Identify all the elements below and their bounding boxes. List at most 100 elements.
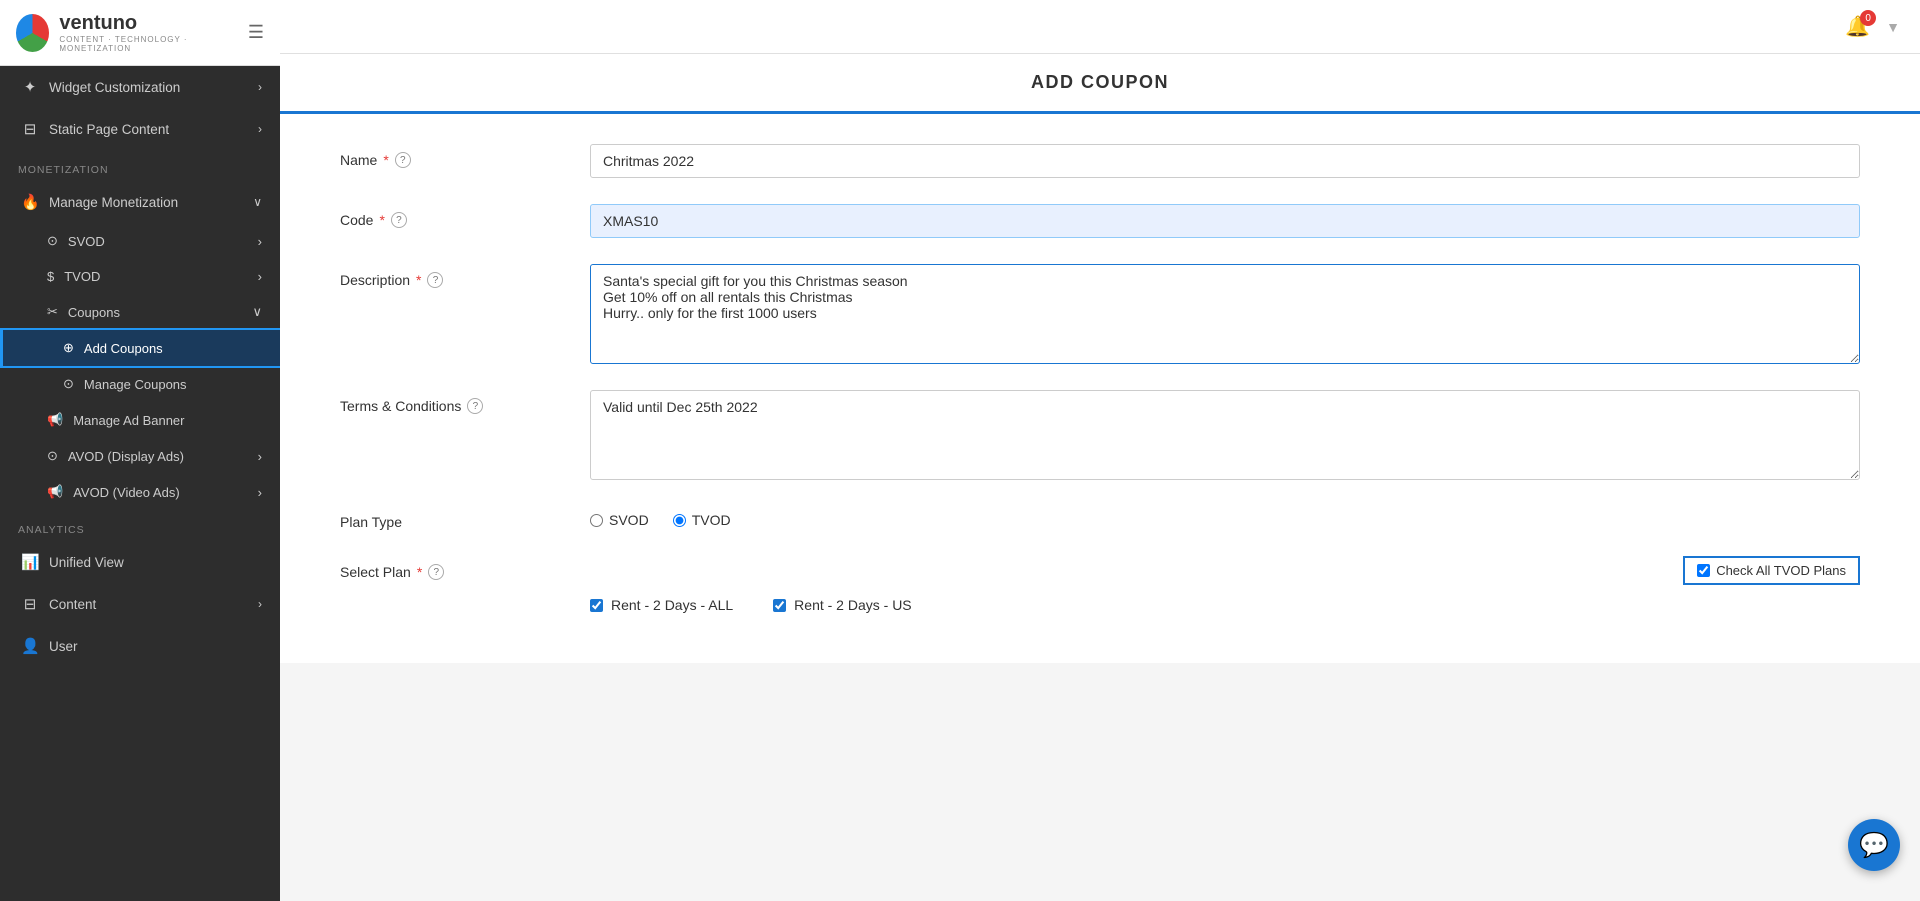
coupons-icon: ✂ [47,304,58,320]
description-help-icon[interactable]: ? [427,272,443,288]
code-input[interactable] [590,204,1860,238]
sidebar-item-manage-monetization[interactable]: 🔥 Manage Monetization ∨ [0,181,280,223]
sidebar-item-add-coupons[interactable]: ⊕ Add Coupons [0,330,280,366]
logo-area: ventuno CONTENT · TECHNOLOGY · MONETIZAT… [0,0,280,66]
plan-type-label: Plan Type [340,506,560,530]
chevron-right-icon: › [258,597,262,611]
description-textarea[interactable]: Santa's special gift for you this Christ… [590,264,1860,364]
required-indicator: * [417,564,422,580]
chevron-right-icon: › [258,485,262,500]
check-all-row: Check All TVOD Plans [590,556,1860,585]
select-plan-help-icon[interactable]: ? [428,564,444,580]
plan-checkbox-2[interactable] [773,599,786,612]
plan-type-svod-option[interactable]: SVOD [590,512,649,528]
hamburger-icon[interactable]: ☰ [248,22,264,43]
sidebar-item-label: Static Page Content [49,122,169,137]
form-row-description: Description * ? Santa's special gift for… [340,264,1860,364]
code-label: Code * ? [340,204,560,228]
main-content: 🔔 0 ▼ ADD COUPON Name * ? Code * [280,0,1920,901]
plan-checkbox-1[interactable] [590,599,603,612]
sidebar-item-label: Manage Coupons [84,377,187,392]
plan-option-2[interactable]: Rent - 2 Days - US [773,597,911,613]
section-monetization-label: MONETIZATION [0,150,280,181]
select-plan-right: Check All TVOD Plans Rent - 2 Days - ALL… [590,556,1860,613]
code-help-icon[interactable]: ? [391,212,407,228]
sidebar-item-svod[interactable]: ⊙ SVOD › [0,223,280,259]
sidebar-item-static-page-content[interactable]: ⊟ Static Page Content › [0,108,280,150]
tvod-icon: $ [47,269,54,284]
name-input[interactable] [590,144,1860,178]
sidebar-item-avod-video[interactable]: 📢 AVOD (Video Ads) › [0,474,280,510]
unified-view-icon: 📊 [21,553,39,571]
dropdown-arrow-icon[interactable]: ▼ [1886,19,1900,35]
sidebar-item-label: TVOD [64,269,100,284]
ad-banner-icon: 📢 [47,412,63,428]
chevron-right-icon: › [258,122,262,136]
check-all-tvod-button[interactable]: Check All TVOD Plans [1683,556,1860,585]
name-label: Name * ? [340,144,560,168]
sidebar-item-coupons[interactable]: ✂ Coupons ∨ [0,294,280,330]
notification-badge: 0 [1860,10,1876,26]
chevron-right-icon: › [258,269,262,284]
sidebar-item-label: Widget Customization [49,80,180,95]
sidebar-item-manage-coupons[interactable]: ⊙ Manage Coupons [0,366,280,402]
form-row-code: Code * ? [340,204,1860,238]
svod-radio[interactable] [590,514,603,527]
logo-subtitle: CONTENT · TECHNOLOGY · MONETIZATION [59,35,238,53]
name-help-icon[interactable]: ? [395,152,411,168]
notification-button[interactable]: 🔔 0 [1845,14,1870,39]
monetization-icon: 🔥 [21,193,39,211]
terms-help-icon[interactable]: ? [467,398,483,414]
logo-icon [16,14,49,52]
terms-textarea[interactable]: Valid until Dec 25th 2022 [590,390,1860,480]
required-indicator: * [383,152,388,168]
sidebar-item-label: Content [49,597,96,612]
sidebar-item-avod-display[interactable]: ⊙ AVOD (Display Ads) › [0,438,280,474]
check-all-checkbox[interactable] [1697,564,1710,577]
sidebar-item-user[interactable]: 👤 User [0,625,280,667]
form-row-select-plan: Select Plan * ? Check All TVOD Plans [340,556,1860,613]
content-icon: ⊟ [21,595,39,613]
section-analytics-label: ANALYTICS [0,510,280,541]
form-row-terms: Terms & Conditions ? Valid until Dec 25t… [340,390,1860,480]
avod-video-icon: 📢 [47,484,63,500]
chevron-down-icon: ∨ [252,304,262,320]
sidebar-item-label: Manage Monetization [49,195,178,210]
add-coupon-form: Name * ? Code * ? Description * [280,114,1920,663]
sidebar-item-label: Add Coupons [84,341,163,356]
plan-type-radio-group: SVOD TVOD [590,506,731,528]
description-label: Description * ? [340,264,560,288]
tvod-radio[interactable] [673,514,686,527]
user-icon: 👤 [21,637,39,655]
plan-checkboxes-group: Rent - 2 Days - ALL Rent - 2 Days - US [590,597,1860,613]
terms-label: Terms & Conditions ? [340,390,560,414]
sidebar-item-manage-ad-banner[interactable]: 📢 Manage Ad Banner [0,402,280,438]
svod-icon: ⊙ [47,233,58,249]
sidebar-item-widget-customization[interactable]: ✦ Widget Customization › [0,66,280,108]
sidebar-item-label: AVOD (Display Ads) [68,449,184,464]
required-indicator: * [379,212,384,228]
sidebar-item-unified-view[interactable]: 📊 Unified View [0,541,280,583]
top-bar: 🔔 0 ▼ [280,0,1920,54]
logo-name: ventuno [59,12,238,35]
plan-option-1[interactable]: Rent - 2 Days - ALL [590,597,733,613]
sidebar-item-label: AVOD (Video Ads) [73,485,179,500]
chevron-down-icon: ∨ [253,195,262,209]
chat-bubble-button[interactable]: 💬 [1848,819,1900,871]
static-page-icon: ⊟ [21,120,39,138]
sidebar-item-tvod[interactable]: $ TVOD › [0,259,280,294]
sidebar-item-label: Coupons [68,305,120,320]
sidebar-item-label: User [49,639,78,654]
required-indicator: * [416,272,421,288]
sidebar-item-content[interactable]: ⊟ Content › [0,583,280,625]
add-coupons-icon: ⊕ [63,340,74,356]
chevron-right-icon: › [258,449,262,464]
form-row-plan-type: Plan Type SVOD TVOD [340,506,1860,530]
plan-type-tvod-option[interactable]: TVOD [673,512,731,528]
manage-coupons-icon: ⊙ [63,376,74,392]
sidebar-item-label: SVOD [68,234,105,249]
chevron-right-icon: › [258,234,262,249]
chevron-right-icon: › [258,80,262,94]
sidebar-item-label: Manage Ad Banner [73,413,184,428]
page-title: ADD COUPON [280,54,1920,114]
